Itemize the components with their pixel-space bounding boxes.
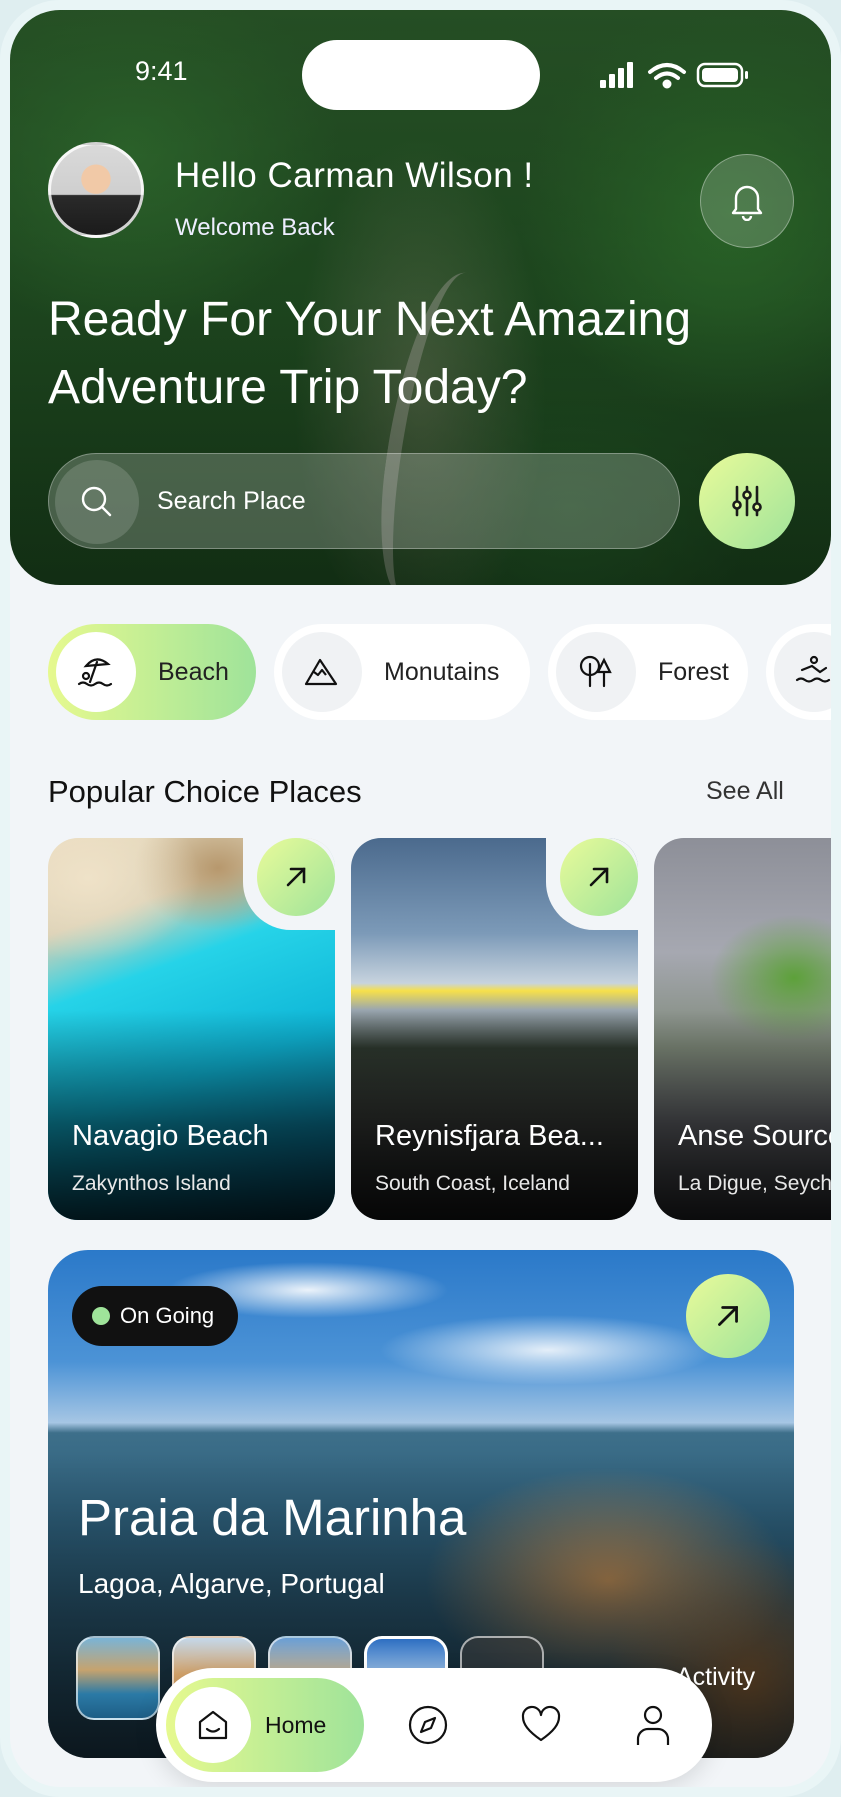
- filter-button[interactable]: [699, 453, 795, 549]
- popular-places-carousel: Navagio Beach Zakynthos Island Reynisfja…: [48, 828, 831, 1224]
- status-badge-label: On Going: [120, 1303, 215, 1328]
- heart-icon: [521, 1705, 561, 1742]
- arrow-up-right-icon: [718, 1306, 738, 1326]
- status-time: 9:41: [135, 56, 188, 86]
- open-place-button[interactable]: [560, 838, 638, 916]
- greeting-text: Hello Carman Wilson !: [175, 156, 534, 195]
- category-chip-beach[interactable]: Beach: [48, 624, 256, 720]
- place-location: La Digue, Seychelles: [678, 1172, 831, 1195]
- see-all-link[interactable]: See All: [706, 777, 784, 806]
- notification-button[interactable]: [700, 154, 794, 248]
- sliders-icon: [732, 485, 762, 517]
- home-icon: [175, 1687, 251, 1763]
- category-label-mountains: Monutains: [384, 657, 500, 686]
- nav-profile-button[interactable]: [626, 1698, 680, 1752]
- place-location: South Coast, Iceland: [375, 1172, 570, 1195]
- place-name: Navagio Beach: [72, 1120, 269, 1152]
- nav-favorites-button[interactable]: [514, 1698, 568, 1752]
- wifi-icon: [648, 63, 686, 89]
- category-chips: Beach Monutains Forest: [48, 624, 831, 724]
- battery-icon: [696, 62, 748, 88]
- mountain-icon: [282, 632, 362, 712]
- category-label-beach: Beach: [158, 657, 229, 686]
- compass-icon: [408, 1705, 448, 1745]
- hero-headline: Ready For Your Next Amazing Adventure Tr…: [48, 286, 788, 422]
- category-chip-swimming[interactable]: [766, 624, 831, 720]
- arrow-up-right-icon: [589, 867, 609, 887]
- nav-home-button[interactable]: Home: [166, 1678, 364, 1772]
- nav-home-label: Home: [265, 1711, 327, 1738]
- place-card[interactable]: Reynisfjara Bea... South Coast, Iceland: [351, 838, 638, 1220]
- status-icons: [600, 60, 760, 90]
- popular-section-title: Popular Choice Places: [48, 774, 362, 809]
- user-icon: [636, 1705, 670, 1745]
- place-card[interactable]: Navagio Beach Zakynthos Island: [48, 838, 335, 1220]
- dynamic-island: [302, 40, 540, 110]
- greeting-block: Hello Carman Wilson ! Welcome Back: [48, 142, 808, 252]
- status-dot: [92, 1307, 110, 1325]
- avatar[interactable]: [48, 142, 144, 238]
- swimmer-icon: [774, 632, 831, 712]
- place-location: Zakynthos Island: [72, 1172, 231, 1195]
- search-icon: [81, 486, 112, 517]
- cellular-signal-icon: [600, 62, 633, 88]
- bottom-navigation: Home: [156, 1668, 712, 1782]
- search-icon-button[interactable]: [55, 460, 139, 544]
- place-card[interactable]: Anse Source La Digue, Seychelles: [654, 838, 831, 1220]
- category-chip-forest[interactable]: Forest: [548, 624, 748, 720]
- open-featured-button[interactable]: [686, 1274, 770, 1358]
- place-name: Anse Source: [678, 1120, 831, 1152]
- featured-title: Praia da Marinha: [78, 1489, 467, 1546]
- phone-screen: 9:41 Hello Carman Wilson ! Welcome Back …: [0, 0, 841, 1797]
- place-name: Reynisfjara Bea...: [375, 1120, 604, 1152]
- arrow-up-right-icon: [286, 867, 306, 887]
- tree-icon: [556, 632, 636, 712]
- search-bar[interactable]: Search Place: [48, 453, 680, 549]
- category-label-forest: Forest: [658, 657, 729, 686]
- beach-umbrella-icon: [56, 632, 136, 712]
- hero-headline-line-1: Ready For Your Next Amazing: [48, 293, 692, 346]
- featured-location: Lagoa, Algarve, Portugal: [78, 1568, 385, 1599]
- status-bar: 9:41: [10, 10, 831, 120]
- welcome-text: Welcome Back: [175, 214, 335, 241]
- open-place-button[interactable]: [257, 838, 335, 916]
- bell-icon: [731, 185, 763, 221]
- search-input[interactable]: Search Place: [157, 487, 306, 516]
- nav-explore-button[interactable]: [401, 1698, 455, 1752]
- category-chip-mountains[interactable]: Monutains: [274, 624, 530, 720]
- status-badge: On Going: [72, 1286, 239, 1346]
- gallery-thumbnail[interactable]: [76, 1636, 160, 1720]
- hero-headline-line-2: Adventure Trip Today?: [48, 361, 528, 414]
